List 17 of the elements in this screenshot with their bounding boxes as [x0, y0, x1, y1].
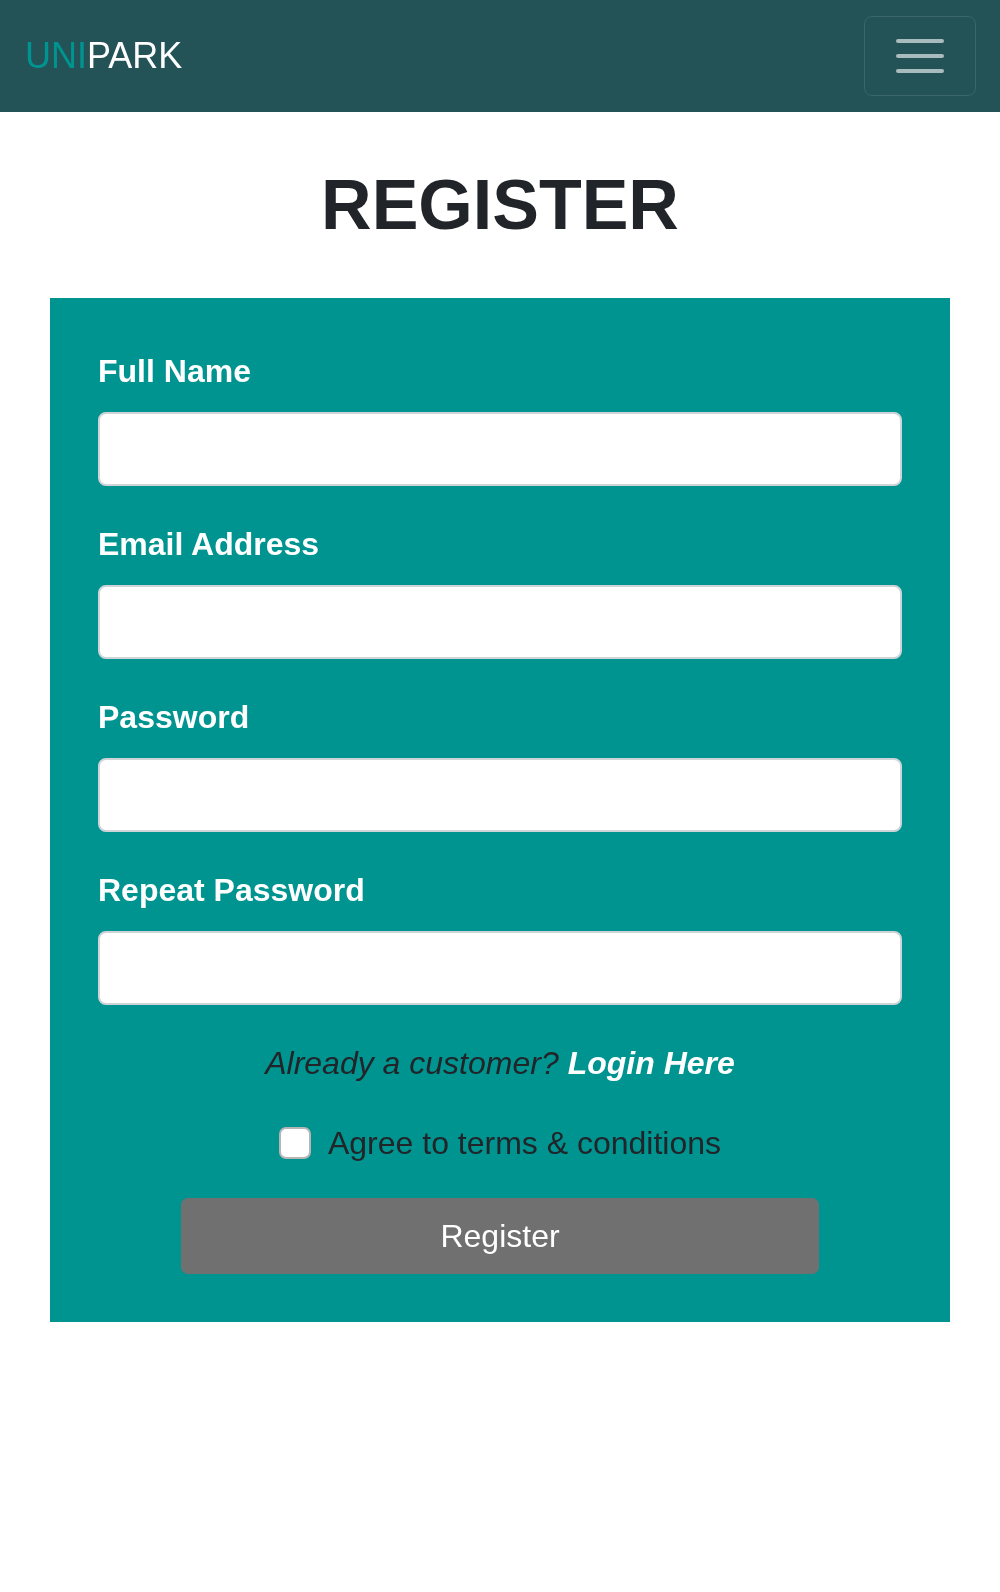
input-field[interactable]	[98, 758, 902, 832]
input-field[interactable]	[98, 585, 902, 659]
login-link[interactable]: Login Here	[567, 1044, 735, 1082]
logo[interactable]: UNIPARK	[25, 38, 183, 74]
login-prompt: Already a customer?	[265, 1044, 559, 1082]
field-label: Repeat Password	[98, 871, 365, 909]
register-button[interactable]: Register	[181, 1198, 819, 1274]
terms-checkbox[interactable]	[278, 1127, 311, 1159]
menu-button[interactable]	[864, 16, 976, 96]
field-label: Password	[98, 698, 250, 736]
input-field[interactable]	[98, 412, 902, 486]
field-label: Email Address	[98, 525, 320, 563]
input-field[interactable]	[98, 931, 902, 1005]
page-title: REGISTER	[321, 165, 679, 246]
terms-label: Agree to terms & conditions	[327, 1124, 722, 1162]
field-label: Full Name	[98, 352, 251, 390]
menu-icon	[896, 38, 944, 74]
